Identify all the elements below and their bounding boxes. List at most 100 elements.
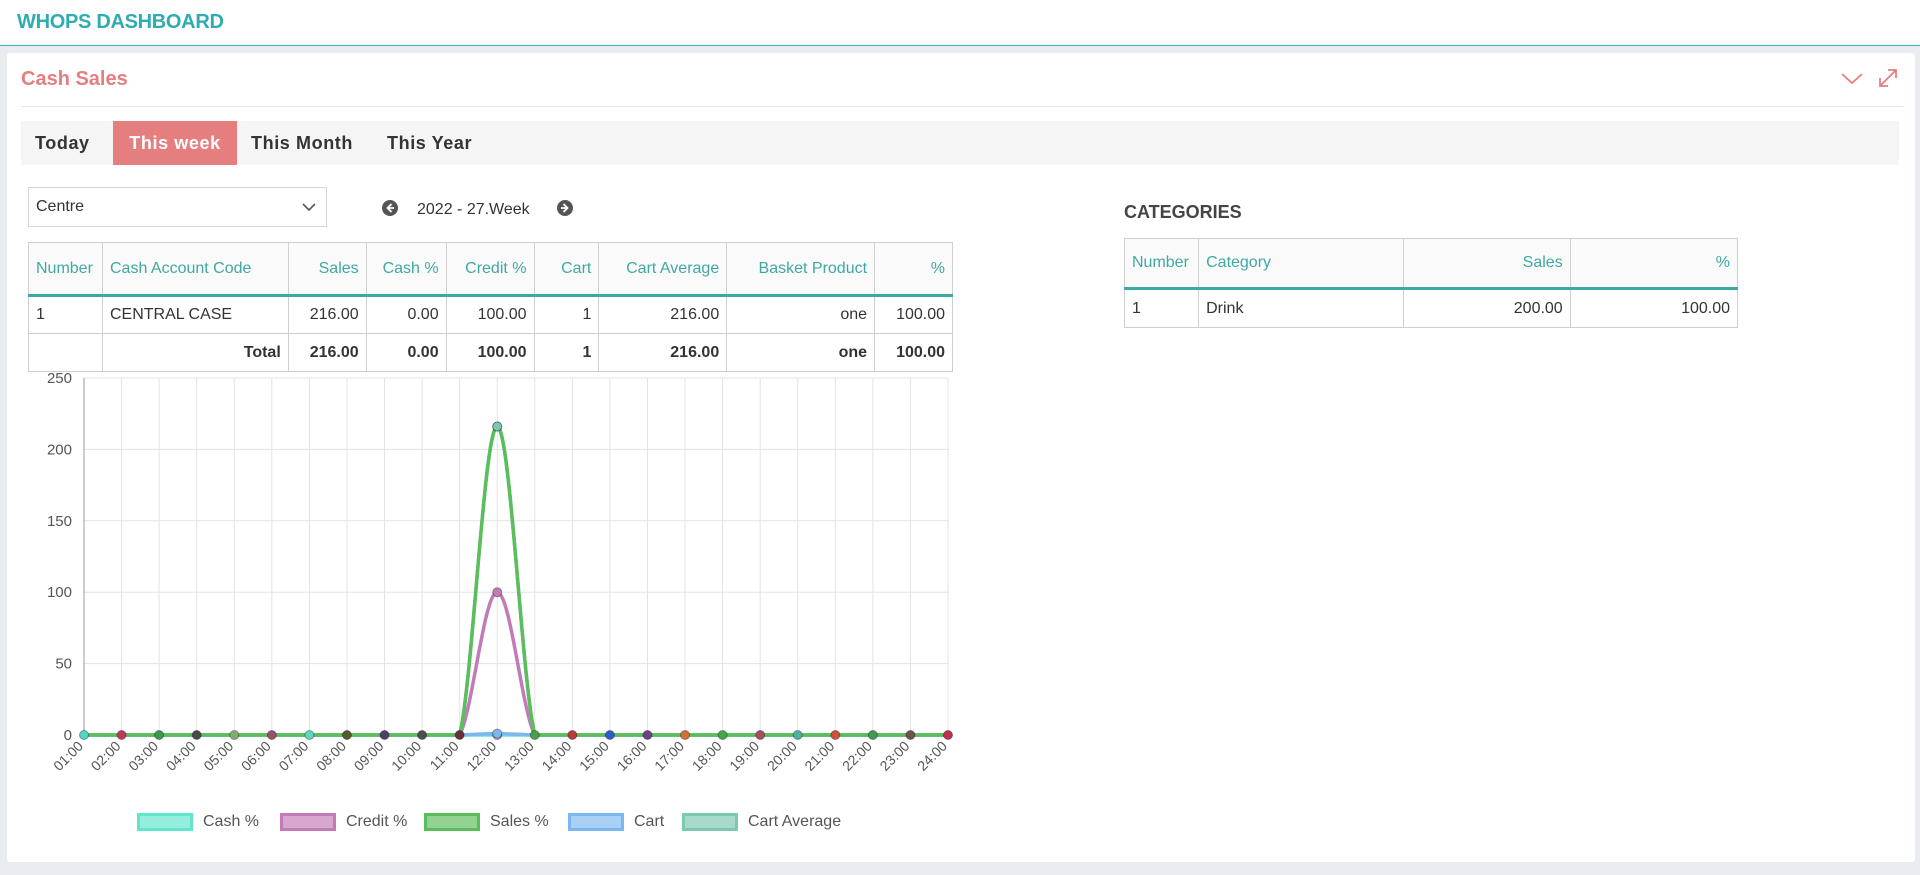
data-point-cash xyxy=(417,730,428,740)
data-point-cash xyxy=(191,730,202,740)
table-cell: 1 xyxy=(28,295,103,334)
x-tick-label: 09:00 xyxy=(351,738,387,774)
column-header[interactable]: Sales xyxy=(1403,238,1571,290)
table-cell: 1 xyxy=(533,333,600,372)
x-tick-label: 08:00 xyxy=(313,738,349,774)
x-tick-label: 11:00 xyxy=(426,738,462,774)
table-header-row: Number Category Sales % xyxy=(1123,238,1739,290)
top-bar: WHOPS DASHBOARD xyxy=(0,0,1920,46)
week-label: 2022 - 27.Week xyxy=(417,201,530,218)
series-line-sales xyxy=(83,424,948,737)
data-point-cash xyxy=(154,730,165,740)
data-point-cash xyxy=(454,730,465,740)
data-point-cash xyxy=(792,730,803,740)
x-tick-label: 06:00 xyxy=(238,738,274,774)
table-cell: one xyxy=(726,333,876,372)
data-point-cash xyxy=(266,730,277,740)
expand-icon[interactable] xyxy=(1877,67,1899,89)
table-cell: 1 xyxy=(533,295,600,334)
column-header[interactable]: Cart Average xyxy=(598,242,728,297)
y-tick-label: 200 xyxy=(47,441,72,458)
app-title: WHOPS DASHBOARD xyxy=(17,11,224,33)
column-header[interactable]: Cash % xyxy=(365,242,447,297)
tab-this-week[interactable]: This week xyxy=(113,121,237,165)
x-tick-label: 21:00 xyxy=(801,738,837,774)
table-row[interactable]: 1 Drink 200.00 100.00 xyxy=(1123,288,1739,328)
table-cell: CENTRAL CASE xyxy=(101,295,289,334)
prev-week-icon[interactable] xyxy=(381,199,399,217)
x-tick-label: 22:00 xyxy=(839,738,875,774)
data-point-cash xyxy=(229,730,240,740)
data-point-cash xyxy=(830,730,841,740)
x-tick-label: 20:00 xyxy=(764,738,800,774)
data-point-cash xyxy=(680,730,691,740)
table-cell: 216.00 xyxy=(598,333,728,372)
table-cell: 0.00 xyxy=(365,333,447,372)
column-header[interactable]: Sales xyxy=(287,242,367,297)
table-row[interactable]: 1 CENTRAL CASE 216.00 0.00 100.00 1 216.… xyxy=(28,295,953,334)
panel-title: Cash Sales xyxy=(21,68,128,90)
x-tick-label: 17:00 xyxy=(651,738,687,774)
column-header[interactable]: Cash Account Code xyxy=(101,242,289,297)
next-week-icon[interactable] xyxy=(556,199,574,217)
data-point-cash xyxy=(116,730,127,740)
data-point-cart-average xyxy=(492,421,503,432)
data-point-cash xyxy=(943,730,953,740)
centre-select-value: Centre xyxy=(36,198,85,215)
data-point-cash xyxy=(717,730,728,740)
categories-table: Number Category Sales % 1 Drink 200.00 1… xyxy=(1123,238,1739,328)
y-tick-label: 150 xyxy=(47,513,72,530)
table-cell: 100.00 xyxy=(1569,288,1739,328)
hourly-sales-chart: 05010015020025001:00 02:00 03:00 04:00 05:00… xyxy=(47,373,953,774)
column-header[interactable]: Basket Product xyxy=(726,242,876,297)
total-label: Total xyxy=(101,333,289,372)
table-cell: 100.00 xyxy=(445,333,535,372)
table-cell: one xyxy=(726,295,876,334)
table-cell: 100.00 xyxy=(874,295,953,334)
column-header[interactable]: % xyxy=(874,242,953,297)
x-tick-label: 19:00 xyxy=(726,738,762,774)
data-point-cash xyxy=(379,730,390,740)
data-point-cash xyxy=(642,730,653,740)
legend-label: Credit % xyxy=(346,813,408,830)
x-tick-label: 02:00 xyxy=(88,738,124,774)
column-header[interactable]: Number xyxy=(28,242,103,297)
categories-title: CATEGORIES xyxy=(1124,202,1242,222)
table-cell: 100.00 xyxy=(445,295,535,334)
y-tick-label: 100 xyxy=(47,584,72,601)
data-point-cash xyxy=(755,730,766,740)
column-header[interactable]: Category xyxy=(1198,238,1405,290)
x-tick-label: 04:00 xyxy=(163,738,199,774)
legend-label: Cash % xyxy=(203,813,260,830)
panel-divider xyxy=(21,106,1903,107)
column-header[interactable]: % xyxy=(1569,238,1739,290)
data-point-cash xyxy=(604,730,615,740)
legend-label: Cart Average xyxy=(748,813,842,830)
x-tick-label: 15:00 xyxy=(576,738,612,774)
cash-sales-panel: Cash Sales Today This week This Month Th… xyxy=(7,53,1915,862)
tab-this-year[interactable]: This Year xyxy=(373,121,486,165)
legend-label: Sales % xyxy=(490,813,549,830)
table-cell: 0.00 xyxy=(365,295,447,334)
tab-this-month[interactable]: This Month xyxy=(237,121,367,165)
tab-today[interactable]: Today xyxy=(21,121,104,165)
x-tick-label: 05:00 xyxy=(200,738,236,774)
data-point-cash xyxy=(79,730,89,740)
data-point-cash xyxy=(304,730,315,740)
x-tick-label: 10:00 xyxy=(388,738,424,774)
data-point-cash xyxy=(341,730,352,740)
x-tick-label: 03:00 xyxy=(125,738,161,774)
table-cell: 1 xyxy=(1123,288,1200,328)
column-header[interactable]: Cart xyxy=(533,242,600,297)
legend-swatch xyxy=(280,813,336,831)
legend-swatch xyxy=(682,813,738,831)
chevron-down-icon xyxy=(301,200,317,219)
table-cell: 216.00 xyxy=(287,295,367,334)
column-header[interactable]: Number xyxy=(1123,238,1200,290)
column-header[interactable]: Credit % xyxy=(445,242,535,297)
table-cell: Drink xyxy=(1198,288,1405,328)
x-tick-label: 07:00 xyxy=(275,738,311,774)
table-cell: 200.00 xyxy=(1403,288,1571,328)
collapse-icon[interactable] xyxy=(1841,67,1863,89)
centre-select[interactable]: Centre xyxy=(28,187,327,227)
